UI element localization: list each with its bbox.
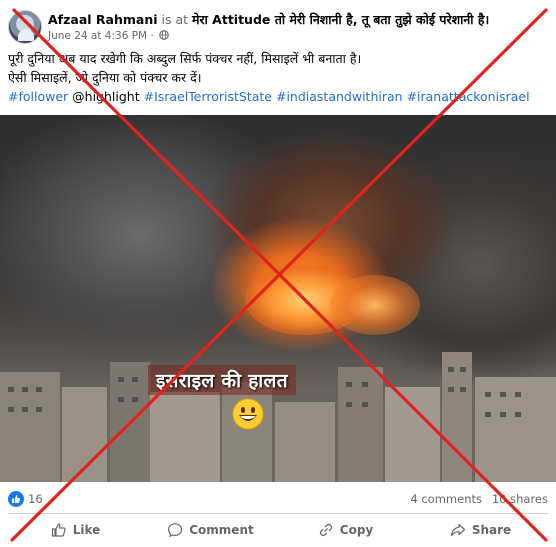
avatar[interactable] (8, 10, 42, 44)
comment-bubble-icon (168, 523, 183, 537)
reaction-bar: 16 4 comments 10 shares (8, 489, 548, 509)
globe-icon (159, 30, 169, 40)
place-name[interactable]: मेरा Attitude तो मेरी निशानी है, तू बता … (192, 12, 489, 27)
post-image[interactable]: इसराइल की हालत (0, 115, 556, 482)
post-header: Afzaal Rahmani is at मेरा Attitude तो मे… (8, 8, 548, 48)
hashtag-line: #follower @highlight #IsraelTerroristSta… (8, 87, 548, 106)
shares-count[interactable]: 10 shares (492, 492, 548, 506)
copy-button[interactable]: Copy (278, 516, 413, 544)
author-name[interactable]: Afzaal Rahmani (48, 12, 158, 27)
post-meta: June 24 at 4:36 PM · (48, 30, 169, 42)
like-label: Like (72, 523, 101, 537)
facebook-post: Afzaal Rahmani is at मेरा Attitude तो मे… (0, 0, 556, 547)
link-chain-icon (319, 523, 332, 537)
hashtag-link[interactable]: #IsraelTerroristState (144, 89, 272, 104)
divider (8, 513, 548, 514)
like-reaction-icon[interactable] (8, 491, 24, 507)
share-label: Share (471, 523, 512, 537)
post-text: पूरी दुनिया अब याद रखेगी कि अब्दुल सिर्फ… (8, 49, 548, 106)
post-text-line-1: पूरी दुनिया अब याद रखेगी कि अब्दुल सिर्फ… (8, 51, 362, 66)
comment-label: Comment (189, 523, 254, 537)
action-bar: Like Comment Copy Share (8, 516, 548, 544)
image-caption: इसराइल की हालत (148, 365, 296, 395)
explosion-fire (330, 275, 420, 335)
like-button[interactable]: Like (8, 516, 143, 544)
comments-count[interactable]: 4 comments (410, 492, 482, 506)
share-arrow-icon (450, 523, 465, 537)
copy-label: Copy (339, 523, 374, 537)
hashtag-link[interactable]: #iranattackonisrael (407, 89, 530, 104)
post-title-line: Afzaal Rahmani is at मेरा Attitude तो मे… (48, 12, 489, 28)
hashtag-link[interactable]: #indiastandwithiran (276, 89, 403, 104)
hashtag-link[interactable]: #follower (8, 89, 68, 104)
post-timestamp[interactable]: June 24 at 4:36 PM (48, 30, 147, 42)
meta-separator: · (150, 30, 154, 42)
thumbs-up-icon (51, 523, 66, 537)
city-skyline (0, 352, 556, 482)
is-at-label: is at (161, 12, 189, 27)
reaction-count[interactable]: 16 (28, 492, 43, 506)
comment-button[interactable]: Comment (143, 516, 278, 544)
share-button[interactable]: Share (413, 516, 548, 544)
mention-highlight[interactable]: @highlight (72, 89, 139, 104)
grinning-face-emoji (232, 398, 264, 430)
post-text-line-2: ऐसी मिसाइलें, जो दुनिया को पंक्चर कर दें… (8, 70, 202, 85)
